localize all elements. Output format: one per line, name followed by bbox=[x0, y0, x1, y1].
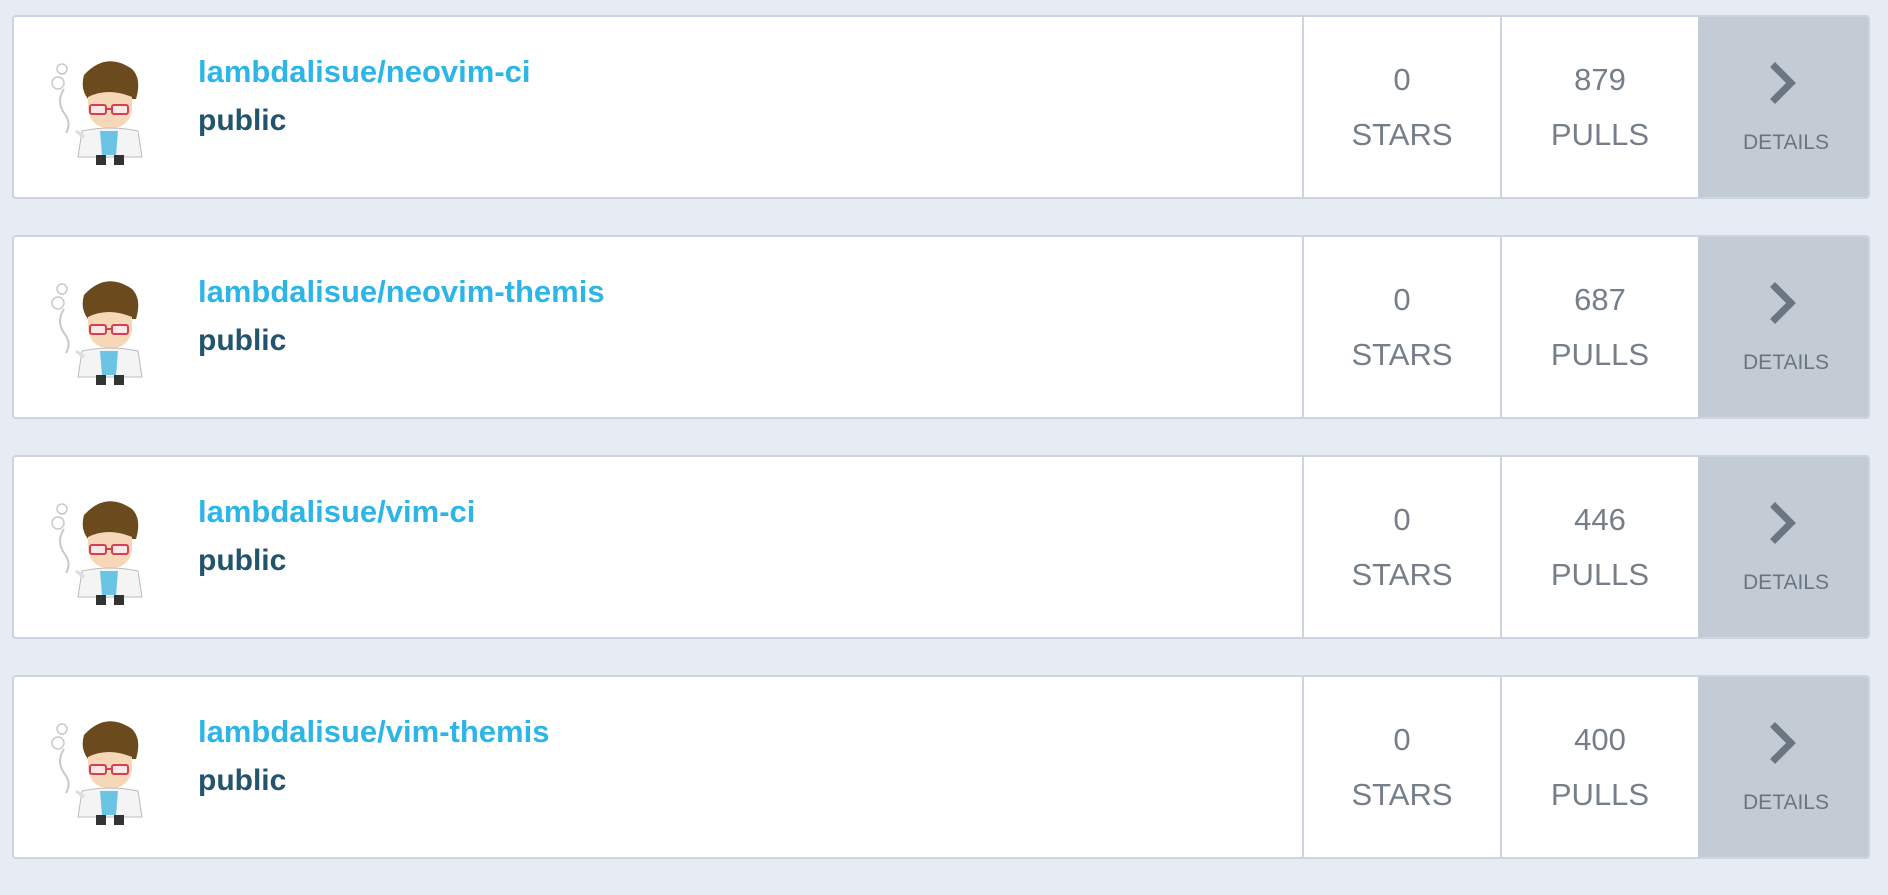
stars-label: STARS bbox=[1351, 337, 1453, 372]
stars-count: 0 bbox=[1393, 62, 1411, 97]
details-button[interactable]: DETAILS bbox=[1698, 237, 1868, 417]
pulls-label: PULLS bbox=[1550, 777, 1650, 812]
repository-visibility: public bbox=[198, 544, 287, 578]
repository-card: lambdalisue/vim-themis public 0 STARS 40… bbox=[12, 675, 1870, 859]
pulls-count: 687 bbox=[1574, 282, 1626, 317]
details-button[interactable]: DETAILS bbox=[1698, 457, 1868, 637]
pulls-label: PULLS bbox=[1550, 117, 1650, 152]
repository-name-link[interactable]: lambdalisue/neovim-themis bbox=[198, 274, 605, 309]
stars-label: STARS bbox=[1351, 117, 1453, 152]
pulls-stat: 400 PULLS bbox=[1500, 677, 1698, 857]
stars-count: 0 bbox=[1393, 722, 1411, 757]
chevron-right-icon bbox=[1768, 721, 1798, 764]
repository-card: lambdalisue/vim-ci public 0 STARS 446 PU… bbox=[12, 455, 1870, 639]
repository-text: lambdalisue/vim-ci public bbox=[198, 494, 475, 578]
user-avatar-icon bbox=[44, 47, 164, 167]
repository-name-link[interactable]: lambdalisue/vim-ci bbox=[198, 494, 475, 529]
details-label: DETAILS bbox=[1743, 130, 1829, 154]
pulls-count: 400 bbox=[1574, 722, 1626, 757]
repository-card: lambdalisue/neovim-themis public 0 STARS… bbox=[12, 235, 1870, 419]
pulls-label: PULLS bbox=[1550, 557, 1650, 592]
repository-list: lambdalisue/neovim-ci public 0 STARS 879… bbox=[12, 15, 1870, 895]
repository-info: lambdalisue/vim-ci public bbox=[14, 457, 1302, 637]
stars-count: 0 bbox=[1393, 282, 1411, 317]
pulls-stat: 446 PULLS bbox=[1500, 457, 1698, 637]
stars-stat: 0 STARS bbox=[1302, 17, 1500, 197]
repository-card: lambdalisue/neovim-ci public 0 STARS 879… bbox=[12, 15, 1870, 199]
details-label: DETAILS bbox=[1743, 790, 1829, 814]
user-avatar-icon bbox=[44, 487, 164, 607]
repository-visibility: public bbox=[198, 104, 287, 138]
pulls-stat: 879 PULLS bbox=[1500, 17, 1698, 197]
repository-visibility: public bbox=[198, 764, 287, 798]
repository-name-link[interactable]: lambdalisue/vim-themis bbox=[198, 714, 549, 749]
details-button[interactable]: DETAILS bbox=[1698, 677, 1868, 857]
stars-label: STARS bbox=[1351, 777, 1453, 812]
stars-stat: 0 STARS bbox=[1302, 457, 1500, 637]
chevron-right-icon bbox=[1768, 501, 1798, 544]
repository-name-link[interactable]: lambdalisue/neovim-ci bbox=[198, 54, 531, 89]
chevron-right-icon bbox=[1768, 61, 1798, 104]
stars-stat: 0 STARS bbox=[1302, 237, 1500, 417]
repository-info: lambdalisue/vim-themis public bbox=[14, 677, 1302, 857]
repository-info: lambdalisue/neovim-themis public bbox=[14, 237, 1302, 417]
pulls-stat: 687 PULLS bbox=[1500, 237, 1698, 417]
repository-info: lambdalisue/neovim-ci public bbox=[14, 17, 1302, 197]
user-avatar-icon bbox=[44, 267, 164, 387]
repository-text: lambdalisue/neovim-ci public bbox=[198, 54, 531, 138]
repository-text: lambdalisue/vim-themis public bbox=[198, 714, 549, 798]
stars-count: 0 bbox=[1393, 502, 1411, 537]
repository-visibility: public bbox=[198, 324, 287, 358]
pulls-count: 879 bbox=[1574, 62, 1626, 97]
details-label: DETAILS bbox=[1743, 350, 1829, 374]
details-label: DETAILS bbox=[1743, 570, 1829, 594]
pulls-label: PULLS bbox=[1550, 337, 1650, 372]
repository-text: lambdalisue/neovim-themis public bbox=[198, 274, 605, 358]
user-avatar-icon bbox=[44, 707, 164, 827]
details-button[interactable]: DETAILS bbox=[1698, 17, 1868, 197]
chevron-right-icon bbox=[1768, 281, 1798, 324]
stars-stat: 0 STARS bbox=[1302, 677, 1500, 857]
stars-label: STARS bbox=[1351, 557, 1453, 592]
pulls-count: 446 bbox=[1574, 502, 1626, 537]
